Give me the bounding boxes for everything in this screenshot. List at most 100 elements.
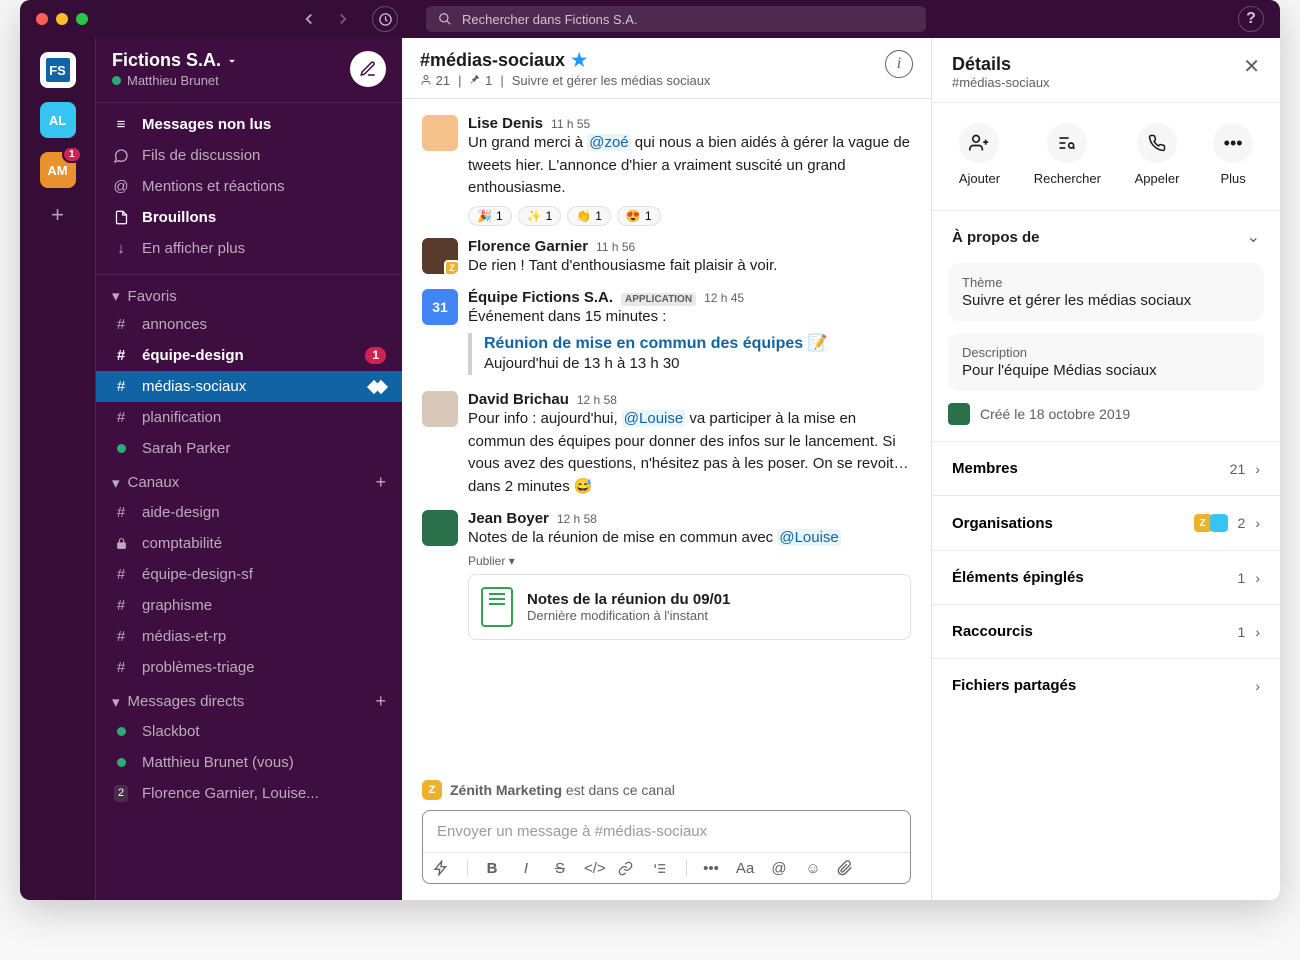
workspace-item-al[interactable]: AL xyxy=(40,102,76,138)
theme-card[interactable]: Thème Suivre et gérer les médias sociaux xyxy=(948,263,1264,321)
section-shortcuts[interactable]: Raccourcis 1› xyxy=(932,605,1280,659)
message-author[interactable]: Lise Denis xyxy=(468,115,543,132)
channel-medias-sociaux[interactable]: #médias-sociaux xyxy=(96,371,402,402)
italic-button[interactable]: I xyxy=(516,860,536,877)
message: 31 Équipe Fictions S.A.APPLICATION12 h 4… xyxy=(422,283,911,385)
action-add[interactable]: Ajouter xyxy=(959,123,1000,186)
list-button[interactable] xyxy=(652,861,672,876)
pin-count[interactable]: 1 xyxy=(469,73,492,88)
sidebar: Fictions S.A. Matthieu Brunet ≡ Messages… xyxy=(96,38,402,900)
avatar[interactable] xyxy=(422,510,458,546)
back-button[interactable] xyxy=(296,6,322,32)
nav-threads[interactable]: Fils de discussion xyxy=(96,140,402,171)
history-button[interactable] xyxy=(372,6,398,32)
channel-planification[interactable]: #planification xyxy=(96,402,402,433)
presence-icon xyxy=(112,444,130,453)
channel-equipe-design-sf[interactable]: #équipe-design-sf xyxy=(96,559,402,590)
channel-medias-et-rp[interactable]: #médias-et-rp xyxy=(96,621,402,652)
message-author[interactable]: Jean Boyer xyxy=(468,510,549,527)
section-files[interactable]: Fichiers partagés › xyxy=(932,659,1280,712)
creator-avatar[interactable] xyxy=(948,403,970,425)
event-attachment: Réunion de mise en commun des équipes 📝 … xyxy=(468,333,911,376)
channel-aide-design[interactable]: #aide-design xyxy=(96,497,402,528)
file-attachment[interactable]: Notes de la réunion du 09/01 Dernière mo… xyxy=(468,574,911,640)
close-window-button[interactable] xyxy=(36,13,48,25)
reaction[interactable]: 😍1 xyxy=(617,206,661,226)
action-search[interactable]: Rechercher xyxy=(1034,123,1101,186)
section-favoris[interactable]: ▾ Favoris xyxy=(96,279,402,309)
event-link[interactable]: Réunion de mise en commun des équipes xyxy=(484,335,803,352)
reaction[interactable]: 🎉1 xyxy=(468,206,512,226)
add-workspace-button[interactable]: + xyxy=(51,202,64,228)
nav-show-more[interactable]: ↓ En afficher plus xyxy=(96,233,402,264)
channel-problemes-triage[interactable]: #problèmes-triage xyxy=(96,652,402,683)
attach-button[interactable] xyxy=(837,860,857,876)
section-organisations[interactable]: Organisations Z 2› xyxy=(932,496,1280,551)
bold-button[interactable]: B xyxy=(482,860,502,877)
dm-sarah-parker[interactable]: Sarah Parker xyxy=(96,433,402,464)
section-canaux[interactable]: ▾ Canaux + xyxy=(96,464,402,497)
workspace-item-fs[interactable]: FS xyxy=(40,52,76,88)
search-input[interactable]: Rechercher dans Fictions S.A. xyxy=(426,6,926,32)
message-composer[interactable]: Envoyer un message à #médias-sociaux B I… xyxy=(422,810,911,884)
workspace-item-am[interactable]: AM 1 xyxy=(40,152,76,188)
description-card[interactable]: Description Pour l'équipe Médias sociaux xyxy=(948,333,1264,391)
add-dm-button[interactable]: + xyxy=(375,691,386,712)
shortcuts-icon[interactable] xyxy=(433,860,453,876)
forward-button[interactable] xyxy=(330,6,356,32)
channel-topic[interactable]: Suivre et gérer les médias sociaux xyxy=(512,73,711,88)
lock-icon xyxy=(112,537,130,550)
avatar[interactable]: Z xyxy=(422,238,458,274)
composer-input[interactable]: Envoyer un message à #médias-sociaux xyxy=(423,811,910,852)
dm-group-florence[interactable]: 2Florence Garnier, Louise... xyxy=(96,778,402,809)
channel-comptabilite[interactable]: comptabilité xyxy=(96,528,402,559)
font-button[interactable]: Aa xyxy=(735,860,755,877)
emoji-button[interactable]: ☺ xyxy=(803,860,823,877)
avatar[interactable] xyxy=(422,391,458,427)
action-more[interactable]: ••• Plus xyxy=(1213,123,1253,186)
minimize-window-button[interactable] xyxy=(56,13,68,25)
add-channel-button[interactable]: + xyxy=(375,472,386,493)
section-about[interactable]: À propos de ⌄ xyxy=(932,211,1280,263)
dm-slackbot[interactable]: Slackbot xyxy=(96,716,402,747)
mention[interactable]: @Louise xyxy=(622,410,685,427)
strike-button[interactable]: S xyxy=(550,860,570,877)
more-formatting-button[interactable]: ••• xyxy=(701,860,721,877)
avatar[interactable] xyxy=(422,115,458,151)
chevron-right-icon: › xyxy=(1255,570,1260,586)
message-author[interactable]: David Brichau xyxy=(468,391,569,408)
section-pinned[interactable]: Éléments épinglés 1› xyxy=(932,551,1280,605)
calendar-app-icon[interactable]: 31 xyxy=(422,289,458,325)
section-members[interactable]: Membres 21› xyxy=(932,442,1280,496)
code-button[interactable]: </> xyxy=(584,860,604,877)
publish-menu[interactable]: Publier ▾ xyxy=(468,554,911,568)
link-button[interactable] xyxy=(618,861,638,876)
maximize-window-button[interactable] xyxy=(76,13,88,25)
mention-button[interactable]: @ xyxy=(769,860,789,877)
channel-equipe-design[interactable]: #équipe-design1 xyxy=(96,340,402,371)
channel-graphisme[interactable]: #graphisme xyxy=(96,590,402,621)
reaction[interactable]: 👏1 xyxy=(567,206,611,226)
compose-button[interactable] xyxy=(350,51,386,87)
channel-title[interactable]: #médias-sociaux ★ xyxy=(420,50,710,71)
message-author[interactable]: Équipe Fictions S.A. xyxy=(468,289,613,306)
message-author[interactable]: Florence Garnier xyxy=(468,238,588,255)
dm-self[interactable]: Matthieu Brunet (vous) xyxy=(96,747,402,778)
reaction[interactable]: ✨1 xyxy=(518,206,562,226)
mention[interactable]: @zoé xyxy=(587,134,630,151)
message-time: 12 h 58 xyxy=(577,393,617,407)
channel-view: #médias-sociaux ★ 21 | 1 xyxy=(402,38,932,900)
channel-info-button[interactable]: i xyxy=(885,50,913,78)
nav-unread[interactable]: ≡ Messages non lus xyxy=(96,109,402,140)
nav-drafts[interactable]: Brouillons xyxy=(96,202,402,233)
close-details-button[interactable]: ✕ xyxy=(1243,54,1260,79)
mention[interactable]: @Louise xyxy=(777,529,840,546)
help-button[interactable]: ? xyxy=(1238,6,1264,32)
channel-annonces[interactable]: #annonces xyxy=(96,309,402,340)
star-icon[interactable]: ★ xyxy=(571,50,587,71)
section-dms[interactable]: ▾ Messages directs + xyxy=(96,683,402,716)
action-call[interactable]: Appeler xyxy=(1135,123,1180,186)
sidebar-header[interactable]: Fictions S.A. Matthieu Brunet xyxy=(96,38,402,103)
nav-mentions[interactable]: @ Mentions et réactions xyxy=(96,171,402,202)
member-count[interactable]: 21 xyxy=(420,73,450,88)
